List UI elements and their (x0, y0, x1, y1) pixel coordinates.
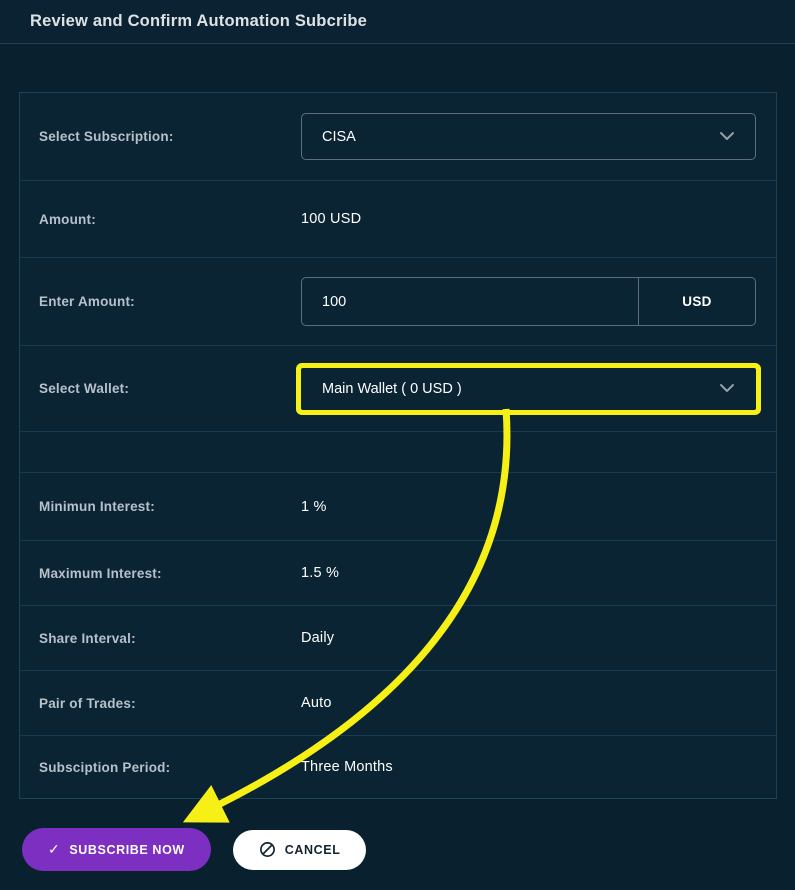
page-title: Review and Confirm Automation Subcribe (30, 12, 367, 31)
row-pair-of-trades: Pair of Trades: Auto (20, 671, 776, 736)
row-share-interval: Share Interval: Daily (20, 606, 776, 671)
min-interest-value: 1 % (301, 499, 327, 515)
share-interval-value: Daily (301, 630, 334, 646)
action-buttons: ✓ SUBSCRIBE NOW CANCEL (22, 828, 366, 871)
row-select-wallet: Select Wallet: Main Wallet ( 0 USD ) (20, 346, 776, 432)
chevron-down-icon (719, 381, 735, 397)
subscribe-button-label: SUBSCRIBE NOW (69, 843, 184, 857)
subscription-label: Select Subscription: (39, 129, 301, 144)
share-interval-label: Share Interval: (39, 631, 301, 646)
wallet-label: Select Wallet: (39, 381, 301, 396)
pair-of-trades-label: Pair of Trades: (39, 696, 301, 711)
amount-value: 100 USD (301, 211, 361, 227)
subscription-period-value: Three Months (301, 759, 393, 775)
check-icon: ✓ (48, 841, 60, 858)
enter-amount-label: Enter Amount: (39, 294, 301, 309)
max-interest-value: 1.5 % (301, 565, 339, 581)
cancel-icon (259, 841, 276, 858)
subscription-period-label: Subsciption Period: (39, 760, 301, 775)
row-min-interest: Minimun Interest: 1 % (20, 473, 776, 541)
subscription-select-value: CISA (322, 129, 356, 145)
amount-input[interactable] (302, 278, 638, 325)
cancel-button-label: CANCEL (285, 843, 341, 857)
currency-addon: USD (638, 278, 755, 325)
amount-input-group: USD (301, 277, 756, 326)
confirmation-table: Select Subscription: CISA Amount: 100 US… (19, 92, 777, 799)
cancel-button[interactable]: CANCEL (233, 830, 367, 870)
row-subscription-period: Subsciption Period: Three Months (20, 736, 776, 798)
pair-of-trades-value: Auto (301, 695, 332, 711)
row-enter-amount: Enter Amount: USD (20, 258, 776, 346)
page-header: Review and Confirm Automation Subcribe (0, 0, 795, 44)
wallet-select[interactable]: Main Wallet ( 0 USD ) (301, 368, 756, 410)
amount-label: Amount: (39, 212, 301, 227)
chevron-down-icon (719, 129, 735, 145)
subscription-select[interactable]: CISA (301, 113, 756, 160)
row-amount: Amount: 100 USD (20, 181, 776, 258)
row-empty (20, 432, 776, 473)
subscribe-button[interactable]: ✓ SUBSCRIBE NOW (22, 828, 211, 871)
row-select-subscription: Select Subscription: CISA (20, 93, 776, 181)
max-interest-label: Maximum Interest: (39, 566, 301, 581)
row-max-interest: Maximum Interest: 1.5 % (20, 541, 776, 606)
min-interest-label: Minimun Interest: (39, 499, 301, 514)
wallet-select-value: Main Wallet ( 0 USD ) (322, 381, 462, 397)
